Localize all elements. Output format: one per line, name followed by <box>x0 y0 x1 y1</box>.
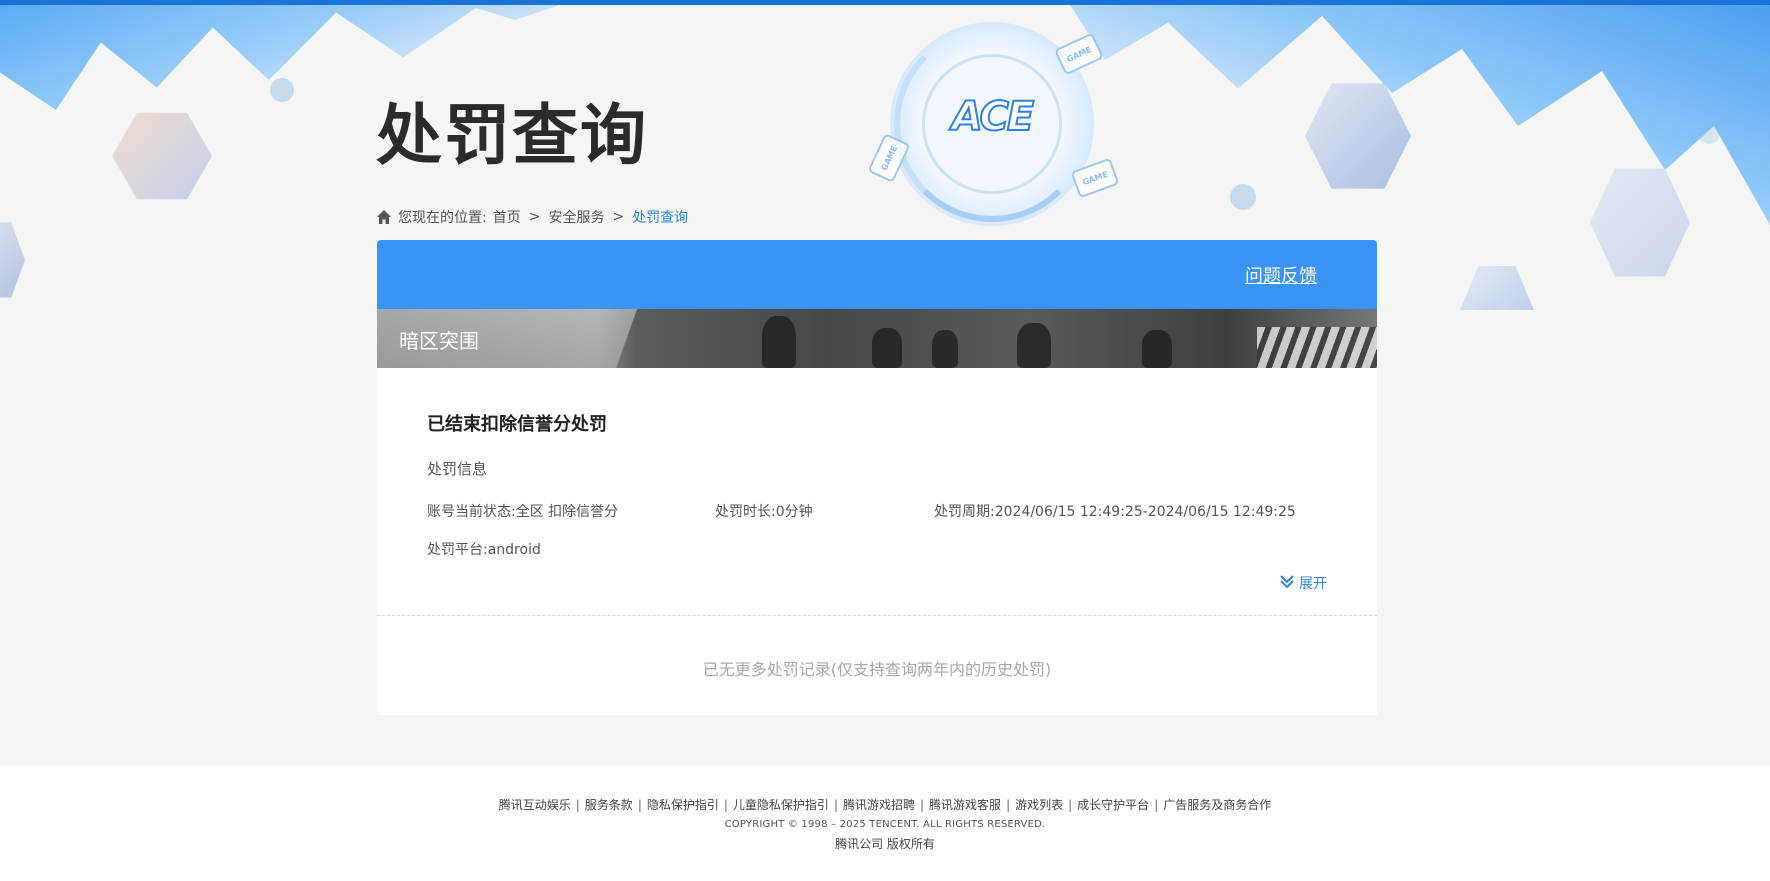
no-more-records-text: 已无更多处罚记录(仅支持查询两年内的历史处罚) <box>702 660 1052 679</box>
copyright-text: COPYRIGHT © 1998 – 2025 TENCENT. ALL RIG… <box>724 819 1046 830</box>
record-duration: 处罚时长:0分钟 <box>715 504 813 520</box>
rights-text: 腾讯公司 版权所有 <box>835 837 935 851</box>
penalty-panel: 问题反馈 暗区突围 已结束扣除信誉分处罚 处罚信息 账号当前状态:全区 扣除信誉… <box>377 240 1377 715</box>
footer-link-child-privacy[interactable]: 儿童隐私保护指引 <box>733 798 829 812</box>
breadcrumb-current[interactable]: 处罚查询 <box>632 207 688 227</box>
footer-link-ads[interactable]: 广告服务及商务合作 <box>1163 798 1271 812</box>
decor-dot <box>1698 122 1720 144</box>
character-hex-image <box>1590 168 1690 277</box>
footer-link-terms[interactable]: 服务条款 <box>585 798 633 812</box>
character-hex-image <box>1460 266 1534 310</box>
record-period: 处罚周期:2024/06/15 12:49:25-2024/06/15 12:4… <box>934 504 1296 520</box>
banner-figure <box>932 330 958 368</box>
banner-stairs <box>1257 327 1377 368</box>
expand-label: 展开 <box>1299 576 1327 592</box>
breadcrumb: 您现在的位置: 首页 > 安全服务 > 处罚查询 <box>376 207 688 227</box>
character-hex-image <box>1305 83 1411 189</box>
panel-header: 问题反馈 <box>377 240 1377 309</box>
footer-links: 腾讯互动娱乐 | 服务条款 | 隐私保护指引 | 儿童隐私保护指引 | 腾讯游戏招聘 | 腾讯游戏客… <box>498 798 1272 812</box>
decor-dot <box>1230 184 1256 210</box>
record-status: 账号当前状态:全区 扣除信誉分 <box>427 504 619 520</box>
character-hex-image <box>0 222 25 298</box>
breadcrumb-separator: > <box>528 209 541 225</box>
footer-link-guardian[interactable]: 成长守护平台 <box>1077 798 1149 812</box>
breadcrumb-separator: > <box>612 209 625 225</box>
banner-figure <box>872 328 902 368</box>
logo-text: ACE <box>951 93 1035 141</box>
record-info-row: 账号当前状态:全区 扣除信誉分 处罚时长:0分钟 处罚周期:2024/06/15… <box>427 501 1327 521</box>
game-banner: 暗区突围 <box>377 309 1377 368</box>
record-platform: 处罚平台:android <box>427 542 541 558</box>
home-icon <box>376 209 392 225</box>
record-title: 已结束扣除信誉分处罚 <box>427 414 607 435</box>
footer: 腾讯互动娱乐 | 服务条款 | 隐私保护指引 | 儿童隐私保护指引 | 腾讯游戏招聘 | 腾讯游戏客… <box>0 766 1770 881</box>
double-chevron-down-icon <box>1279 573 1295 593</box>
penalty-record: 已结束扣除信誉分处罚 处罚信息 账号当前状态:全区 扣除信誉分 处罚时长:0分钟… <box>377 368 1377 616</box>
feedback-link[interactable]: 问题反馈 <box>1245 262 1317 288</box>
banner-figure <box>1142 330 1172 368</box>
page-title: 处罚查询 <box>376 97 648 174</box>
character-hex-image <box>112 112 212 200</box>
footer-link-tencent-games[interactable]: 腾讯互动娱乐 <box>499 798 571 812</box>
breadcrumb-prefix: 您现在的位置: <box>398 210 487 226</box>
footer-link-game-list[interactable]: 游戏列表 <box>1015 798 1063 812</box>
decor-dot <box>270 78 294 102</box>
banner-figure <box>762 316 796 368</box>
game-name: 暗区突围 <box>399 329 479 353</box>
expand-button[interactable]: 展开 <box>1279 573 1327 593</box>
breadcrumb-home-link[interactable]: 首页 <box>493 207 521 227</box>
record-subtitle: 处罚信息 <box>427 460 488 478</box>
breadcrumb-security-link[interactable]: 安全服务 <box>548 207 604 227</box>
footer-link-support[interactable]: 腾讯游戏客服 <box>929 798 1001 812</box>
top-accent-bar <box>0 0 1770 5</box>
footer-link-careers[interactable]: 腾讯游戏招聘 <box>843 798 915 812</box>
footer-link-privacy[interactable]: 隐私保护指引 <box>647 798 719 812</box>
banner-figure <box>1017 323 1051 368</box>
